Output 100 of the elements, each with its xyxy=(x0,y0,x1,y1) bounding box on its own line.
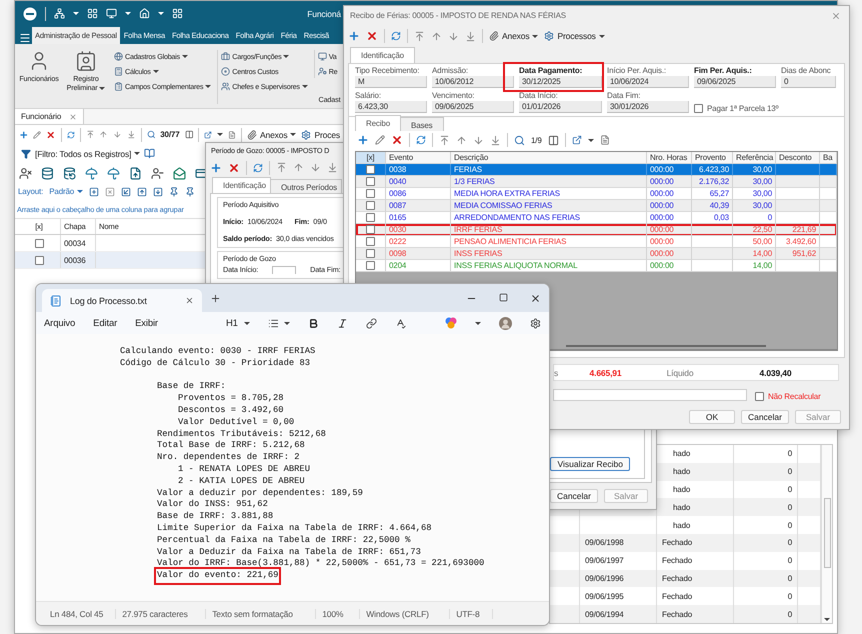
column-header[interactable]: [x] xyxy=(356,152,386,164)
checkbox[interactable] xyxy=(366,201,375,210)
table-row[interactable]: 0038 FERIAS 000:00 6.423,30 30,00 xyxy=(356,164,837,176)
pin-icon[interactable] xyxy=(185,186,196,196)
attachments-button[interactable]: Anexos xyxy=(247,130,296,140)
edit-icon[interactable] xyxy=(33,130,42,140)
scrollbar[interactable] xyxy=(821,445,832,623)
network-icon[interactable] xyxy=(54,8,65,19)
input-field[interactable] xyxy=(553,389,747,401)
tab[interactable]: Bases xyxy=(400,117,444,131)
dialog-button[interactable]: Cancelar xyxy=(740,410,789,424)
first-icon[interactable] xyxy=(414,30,425,42)
export-icon[interactable] xyxy=(572,135,582,145)
checkbox[interactable] xyxy=(34,256,44,264)
square-x-icon[interactable] xyxy=(105,186,116,196)
envelope-icon[interactable] xyxy=(173,166,186,180)
search-icon[interactable] xyxy=(146,129,156,140)
bold-icon[interactable] xyxy=(308,318,319,328)
table-row[interactable]: 00036 xyxy=(15,252,206,269)
last-icon[interactable] xyxy=(327,162,338,173)
processes-button[interactable]: Proces xyxy=(301,130,340,140)
table-row[interactable]: 0222 PENSAO ALIMENTICIA FERIAS 000:00 50,00 3.492,60 xyxy=(356,236,837,248)
checkbox[interactable] xyxy=(366,213,375,222)
delete-icon[interactable] xyxy=(366,30,378,42)
square-plus-icon[interactable] xyxy=(89,186,100,196)
database-icon[interactable] xyxy=(41,166,54,180)
checkbox[interactable] xyxy=(366,189,375,198)
refresh-icon[interactable] xyxy=(391,31,401,41)
menu-icon[interactable] xyxy=(19,32,31,44)
refresh-icon[interactable] xyxy=(253,162,263,172)
next-icon[interactable] xyxy=(448,30,459,42)
first-icon[interactable] xyxy=(276,162,287,173)
input-field[interactable]: 10/06/2012 xyxy=(432,76,514,88)
input-field[interactable]: M xyxy=(355,76,427,88)
table-row[interactable]: 0040 1/3 FERIAS 000:00 2.176,32 30,00 xyxy=(356,176,837,188)
first-icon[interactable] xyxy=(439,134,450,146)
dialog-button[interactable]: OK xyxy=(688,410,735,424)
columns-icon[interactable] xyxy=(548,134,559,146)
next-icon[interactable] xyxy=(113,129,122,140)
grid-icon[interactable] xyxy=(172,8,183,19)
input-field[interactable] xyxy=(272,266,296,274)
refresh-icon[interactable] xyxy=(66,130,75,140)
checkbox[interactable] xyxy=(34,238,44,248)
umbrella-icon[interactable] xyxy=(107,166,120,180)
input-field[interactable]: 09/06/2025 xyxy=(432,101,514,113)
document-tab[interactable]: Funcionário xyxy=(15,109,84,124)
menu-item[interactable]: Exibir xyxy=(135,318,158,328)
table-row[interactable]: 00034 xyxy=(15,235,206,252)
input-field[interactable]: 10/06/2024 xyxy=(607,76,689,88)
grid-icon[interactable] xyxy=(87,8,98,19)
table-row[interactable]: 0165 ARREDONDAMENTO NAS FERIAS 000:00 0,03 0 xyxy=(356,212,837,224)
checkbox[interactable] xyxy=(694,104,703,113)
input-field[interactable]: 30/01/2026 xyxy=(607,101,689,113)
tab[interactable]: Identificação xyxy=(350,47,415,63)
user-minus-icon[interactable] xyxy=(151,166,164,180)
add-icon[interactable] xyxy=(210,162,222,174)
avatar-icon[interactable] xyxy=(499,316,512,330)
umbrella-icon[interactable] xyxy=(85,166,98,180)
link-icon[interactable] xyxy=(366,318,377,328)
maximize-icon[interactable] xyxy=(499,292,508,302)
checkbox-label[interactable]: Pagar 1ª Parcela 13º xyxy=(694,104,838,113)
previous-icon[interactable] xyxy=(456,134,467,146)
export-icon[interactable] xyxy=(204,130,212,140)
refresh-icon[interactable] xyxy=(416,135,426,145)
next-icon[interactable] xyxy=(473,134,484,146)
checkbox-label[interactable]: Não Recalcular xyxy=(755,392,821,401)
layout-dropdown[interactable]: Padrão xyxy=(49,187,84,196)
checkbox[interactable] xyxy=(366,165,375,174)
last-icon[interactable] xyxy=(126,129,136,140)
database-add-icon[interactable] xyxy=(63,166,76,180)
first-icon[interactable] xyxy=(86,129,94,140)
attachments-button[interactable]: Anexos xyxy=(489,31,538,41)
add-icon[interactable] xyxy=(19,128,28,140)
previous-icon[interactable] xyxy=(431,30,442,42)
next-icon[interactable] xyxy=(310,162,321,173)
input-field[interactable]: 6.423,30 xyxy=(355,101,427,113)
pin-icon[interactable] xyxy=(169,186,180,196)
tab[interactable]: Recibo xyxy=(355,115,402,131)
user-remove-icon[interactable] xyxy=(19,166,32,180)
tab[interactable]: Identificação xyxy=(212,177,271,193)
document-icon[interactable] xyxy=(228,130,236,140)
heading-button[interactable]: H1 xyxy=(226,318,250,328)
square-arrow-icon[interactable] xyxy=(121,186,132,196)
dialog-button[interactable]: Cancelar xyxy=(550,489,598,503)
filter-dropdown[interactable]: [Filtro: Todos os Registros] xyxy=(35,148,140,158)
menu-item[interactable]: Editar xyxy=(93,318,118,328)
settings-icon[interactable] xyxy=(530,318,541,328)
table-row[interactable]: 0204 INSS FERIAS ALIQUOTA NORMAL 000:00 14,00 xyxy=(356,260,837,272)
view-receipt-button[interactable]: Visualizar Recibo xyxy=(550,457,630,471)
checkbox[interactable] xyxy=(366,225,375,234)
document-icon[interactable] xyxy=(600,135,610,145)
file-upload-icon[interactable] xyxy=(129,166,142,180)
previous-icon[interactable] xyxy=(293,162,304,173)
close-icon[interactable] xyxy=(530,292,541,304)
previous-icon[interactable] xyxy=(99,129,108,140)
table-row[interactable]: 0087 MEDIA COMISSAO FERIAS 000:00 40,39 30,00 xyxy=(356,200,837,212)
last-icon[interactable] xyxy=(465,30,476,42)
scrollbar-thumb[interactable] xyxy=(566,345,766,347)
new-tab-icon[interactable] xyxy=(210,292,221,304)
monitor-icon[interactable] xyxy=(106,8,117,19)
